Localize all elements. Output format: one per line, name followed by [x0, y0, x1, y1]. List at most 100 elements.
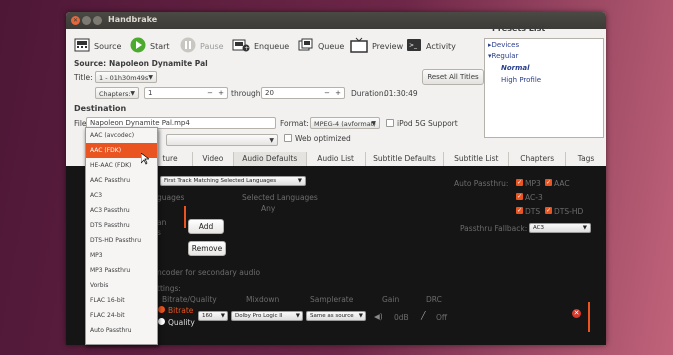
tab-subtitle-list[interactable]: Subtitle List: [444, 152, 510, 166]
encoder-option[interactable]: DTS-HD Passthru: [86, 233, 157, 248]
through-label: through: [231, 89, 261, 98]
quality-radio[interactable]: [158, 318, 165, 325]
source-button[interactable]: Source: [74, 36, 121, 56]
reset-all-titles-button[interactable]: Reset All Titles: [422, 69, 484, 85]
chevron-down-icon: ▼: [130, 90, 135, 97]
queue-button[interactable]: Queue: [298, 36, 344, 56]
source-value: Napoleon Dynamite Pal: [109, 59, 208, 68]
title-label: Title:: [74, 73, 93, 82]
dtshd-passthru-checkbox[interactable]: ✓: [545, 207, 552, 214]
chapter-start-spinner[interactable]: 1 − +: [144, 87, 228, 99]
tab-tags[interactable]: Tags: [566, 152, 606, 166]
language-list-scrollbar[interactable]: [184, 206, 186, 228]
minus-icon[interactable]: −: [324, 88, 330, 98]
mp3-passthru-checkbox[interactable]: ✓: [516, 179, 523, 186]
tab-audio-list[interactable]: Audio List: [307, 152, 366, 166]
enqueue-button[interactable]: + Enqueue: [232, 36, 289, 56]
title-select[interactable]: 1 - 01h30m49s ▼: [95, 71, 157, 83]
pause-button[interactable]: Pause: [180, 36, 224, 56]
samplerate-select[interactable]: Same as source ▼: [306, 311, 366, 321]
bitrate-label: Bitrate: [168, 306, 194, 315]
col-mixdown: Mixdown: [246, 295, 280, 304]
minus-icon[interactable]: −: [207, 88, 213, 98]
encoder-option[interactable]: MP3: [86, 248, 157, 263]
presets-panel: Presets List ▸Devices ▾Regular Normal Hi…: [484, 24, 606, 138]
add-language-button[interactable]: Add: [188, 219, 224, 234]
passthru-fallback-label: Passthru Fallback:: [460, 224, 528, 233]
settings-scrollbar[interactable]: [588, 302, 590, 332]
remove-audio-icon[interactable]: ✕: [572, 309, 581, 318]
chevron-down-icon: ▼: [148, 74, 153, 81]
chevron-down-icon: ▼: [220, 313, 225, 319]
encoder-option[interactable]: FLAC 16-bit: [86, 293, 157, 308]
encoder-option[interactable]: AC3 Passthru: [86, 203, 157, 218]
chapter-end-spinner[interactable]: 20 − +: [261, 87, 345, 99]
tab-subtitle-defaults[interactable]: Subtitle Defaults: [366, 152, 445, 166]
activity-button[interactable]: >_ Activity: [406, 36, 456, 56]
chevron-down-icon: ▼: [582, 225, 587, 231]
encoder-option[interactable]: FLAC 24-bit: [86, 308, 157, 323]
preset-regular[interactable]: ▾Regular: [488, 52, 518, 60]
pause-icon: [180, 37, 196, 55]
bitrate-radio[interactable]: [158, 306, 165, 313]
chevron-down-icon: ▼: [269, 137, 274, 144]
maximize-window-button[interactable]: [93, 16, 102, 25]
presets-list[interactable]: ▸Devices ▾Regular Normal High Profile: [484, 38, 604, 138]
encoder-option[interactable]: MP3 Passthru: [86, 263, 157, 278]
ac3-passthru-checkbox[interactable]: ✓: [516, 193, 523, 200]
encoder-option[interactable]: AC3: [86, 188, 157, 203]
preset-devices[interactable]: ▸Devices: [488, 41, 519, 49]
mp3-passthru-label: MP3: [525, 179, 541, 188]
destination-folder-select[interactable]: ▼: [166, 134, 278, 146]
tv-icon: [350, 37, 368, 55]
drc-slider-icon[interactable]: ╱: [421, 311, 426, 320]
col-gain: Gain: [382, 295, 400, 304]
dts-passthru-checkbox[interactable]: ✓: [516, 207, 523, 214]
terminal-icon: >_: [406, 38, 422, 54]
start-button[interactable]: Start: [130, 36, 170, 56]
plus-icon[interactable]: +: [335, 88, 341, 98]
encoder-option[interactable]: DTS Passthru: [86, 218, 157, 233]
duration-value: 01:30:49: [384, 89, 418, 98]
audio-settings-label: ttings:: [157, 284, 181, 293]
ipod-5g-checkbox[interactable]: [386, 119, 394, 127]
remove-language-button[interactable]: Remove: [188, 241, 226, 256]
window-title: Handbrake: [108, 15, 158, 24]
languages-label: guages: [157, 193, 185, 202]
dtshd-passthru-label: DTS-HD: [554, 207, 584, 216]
encoder-option[interactable]: Vorbis: [86, 278, 157, 293]
passthru-fallback-select[interactable]: AC3 ▼: [529, 223, 591, 233]
quality-label: Quality: [168, 318, 195, 327]
web-optimized-checkbox[interactable]: [284, 134, 292, 142]
preset-high-profile[interactable]: High Profile: [501, 76, 541, 84]
chevron-down-icon: ▼: [297, 178, 302, 184]
bitrate-select[interactable]: 160 ▼: [198, 311, 228, 321]
plus-icon[interactable]: +: [218, 88, 224, 98]
aac-passthru-checkbox[interactable]: ✓: [545, 179, 552, 186]
dts-passthru-label: DTS: [525, 207, 541, 216]
encoder-option[interactable]: AAC Passthru: [86, 173, 157, 188]
chevron-down-icon: ▼: [295, 313, 300, 319]
preview-button[interactable]: Preview: [350, 36, 403, 56]
encoder-option[interactable]: Auto Passthru: [86, 323, 157, 338]
duration-label: Duration:: [351, 89, 387, 98]
encoder-option[interactable]: AAC (avcodec): [86, 128, 157, 143]
auto-passthru-label: Auto Passthru:: [454, 179, 509, 188]
close-window-button[interactable]: ✕: [71, 16, 80, 25]
minimize-window-button[interactable]: [82, 16, 91, 25]
svg-text:>_: >_: [409, 42, 418, 49]
tab-audio-defaults[interactable]: Audio Defaults: [233, 152, 307, 166]
tab-chapters[interactable]: Chapters: [509, 152, 567, 166]
tab-video[interactable]: Video: [193, 152, 234, 166]
gain-speaker-icon[interactable]: ◀): [374, 312, 383, 321]
enqueue-icon: +: [232, 38, 250, 54]
mixdown-select[interactable]: Dolby Pro Logic II ▼: [231, 311, 303, 321]
chapters-mode-select[interactable]: Chapters: ▼: [95, 87, 139, 99]
presets-heading: Presets List: [492, 24, 546, 33]
chevron-down-icon: ▼: [358, 313, 363, 319]
aac-passthru-label: AAC: [554, 179, 570, 188]
track-selection-select[interactable]: First Track Matching Selected Languages ▼: [160, 176, 306, 186]
svg-text:+: +: [244, 45, 249, 52]
preset-normal[interactable]: Normal: [501, 64, 530, 72]
format-select[interactable]: MPEG-4 (avformat) ▼: [310, 117, 380, 129]
